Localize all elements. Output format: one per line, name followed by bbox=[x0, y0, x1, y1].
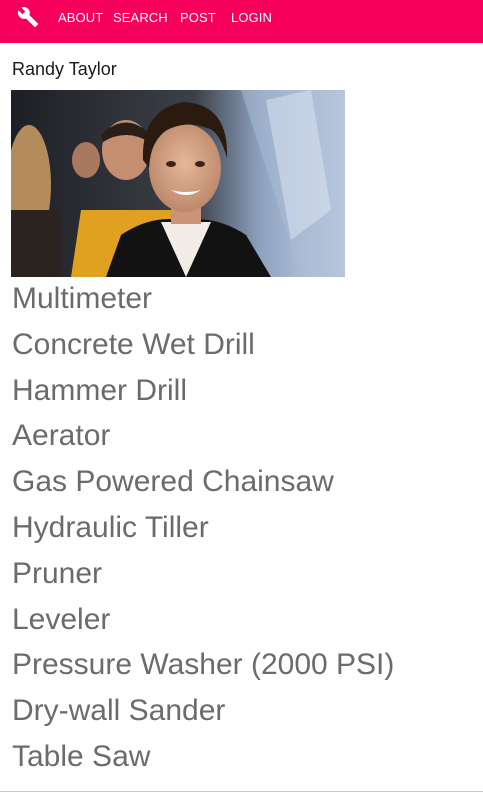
profile-name: Randy Taylor bbox=[12, 59, 117, 79]
footer-divider bbox=[0, 791, 483, 792]
top-navbar: ABOUT SEARCH POST LOGIN bbox=[0, 0, 483, 43]
nav-link-about[interactable]: ABOUT bbox=[58, 10, 103, 25]
tool-list: Multimeter Concrete Wet Drill Hammer Dri… bbox=[12, 276, 394, 780]
tool-item-hammer-drill[interactable]: Hammer Drill bbox=[12, 368, 394, 414]
tool-item-dry-wall-sander[interactable]: Dry-wall Sander bbox=[12, 688, 394, 734]
tool-item-leveler[interactable]: Leveler bbox=[12, 597, 394, 643]
tool-item-concrete-wet-drill[interactable]: Concrete Wet Drill bbox=[12, 322, 394, 368]
tool-item-aerator[interactable]: Aerator bbox=[12, 413, 394, 459]
tool-item-hydraulic-tiller[interactable]: Hydraulic Tiller bbox=[12, 505, 394, 551]
nav-link-login[interactable]: LOGIN bbox=[231, 10, 272, 25]
tool-item-table-saw[interactable]: Table Saw bbox=[12, 734, 394, 780]
tool-item-multimeter[interactable]: Multimeter bbox=[12, 276, 394, 322]
nav-link-post[interactable]: POST bbox=[180, 10, 216, 25]
tool-item-gas-powered-chainsaw[interactable]: Gas Powered Chainsaw bbox=[12, 459, 394, 505]
tool-item-pressure-washer[interactable]: Pressure Washer (2000 PSI) bbox=[12, 642, 394, 688]
tool-item-pruner[interactable]: Pruner bbox=[12, 551, 394, 597]
nav-link-search[interactable]: SEARCH bbox=[113, 10, 168, 25]
wrench-icon[interactable] bbox=[17, 6, 39, 28]
profile-photo bbox=[11, 90, 345, 277]
